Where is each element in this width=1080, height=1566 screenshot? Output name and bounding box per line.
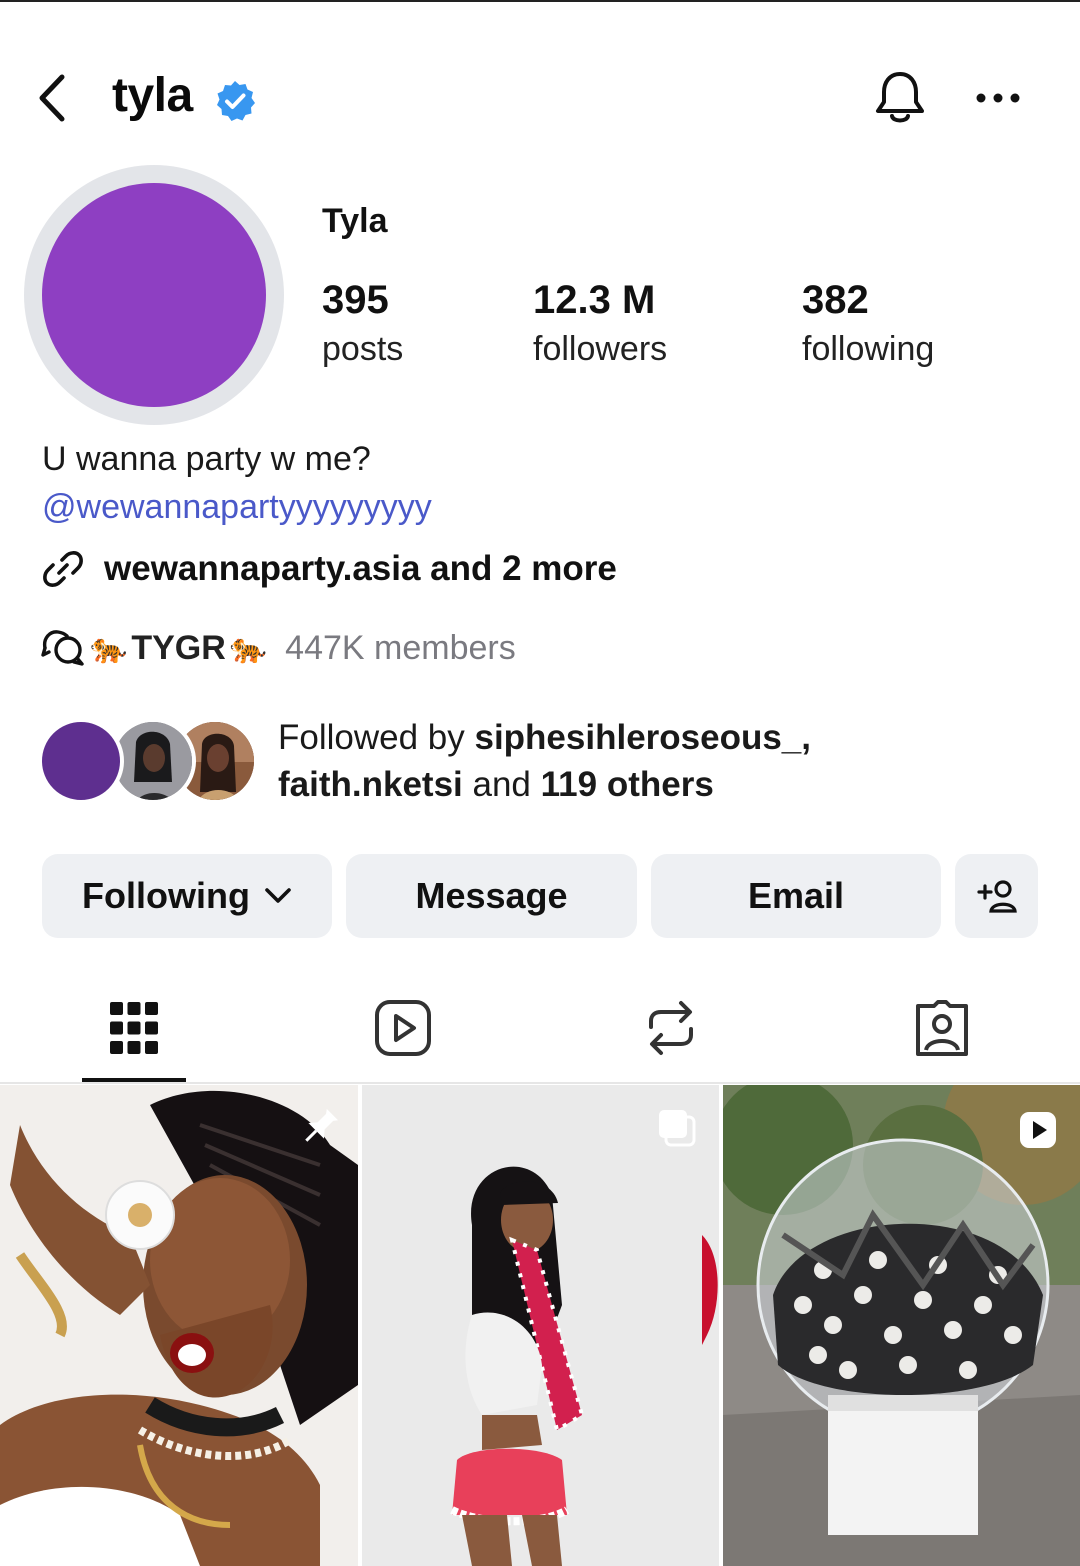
following-stat[interactable]: 382 following: [802, 278, 934, 376]
email-button-label: Email: [747, 875, 845, 916]
broadcast-channel[interactable]: 🐅 TYGR 🐅 447K members: [40, 624, 516, 672]
mutual-user-1[interactable]: siphesihleroseous_,: [474, 718, 811, 757]
posts-count: 395: [322, 278, 389, 322]
following-count: 382: [802, 278, 869, 322]
back-button[interactable]: [30, 70, 74, 126]
carousel-icon: [659, 1110, 696, 1147]
mutual-user-2[interactable]: faith.nketsi: [278, 765, 463, 804]
following-button[interactable]: Following: [42, 854, 332, 938]
verified-badge-icon: [217, 81, 255, 121]
reposts-icon: [649, 1001, 693, 1055]
followers-stat[interactable]: 12.3 M followers: [533, 278, 667, 376]
more-options-button[interactable]: [966, 74, 1030, 122]
mutual-avatar-photo: [114, 722, 192, 800]
followed-by-and: and: [462, 765, 541, 804]
pin-icon: [305, 1108, 339, 1142]
followed-by-prefix: Followed by: [278, 718, 475, 757]
followed-by-text[interactable]: Followed by siphesihleroseous_, faith.nke…: [278, 714, 1038, 808]
more-horizontal-icon: [976, 93, 1020, 103]
chat-bubbles-icon: [41, 630, 84, 666]
suggested-users-button[interactable]: [955, 854, 1038, 938]
tab-posts-grid[interactable]: [74, 990, 194, 1066]
post-image: [723, 1085, 1080, 1566]
message-button[interactable]: Message: [346, 854, 637, 938]
profile-header: tyla: [0, 56, 1080, 140]
mutual-others-count[interactable]: 119 others: [541, 765, 714, 804]
notifications-button[interactable]: [868, 66, 932, 130]
bell-icon: [876, 72, 924, 123]
following-button-label: Following: [82, 875, 250, 916]
tab-reposts[interactable]: [611, 990, 731, 1066]
reels-icon: [375, 1000, 431, 1056]
tiger-emoji-right: 🐅: [229, 631, 268, 665]
followers-count: 12.3 M: [533, 278, 656, 322]
link-text: wewannaparty.asia and 2 more: [104, 549, 617, 588]
post-tile-2[interactable]: [362, 1085, 719, 1566]
post-image: [0, 1085, 358, 1566]
tabs-divider: [0, 1082, 1080, 1084]
grid-icon: [110, 1002, 158, 1054]
display-name: Tyla: [322, 202, 388, 240]
bio-links[interactable]: wewannaparty.asia and 2 more: [40, 546, 617, 592]
link-icon: [43, 551, 83, 587]
tagged-icon: [916, 1000, 968, 1056]
following-label: following: [802, 330, 935, 368]
profile-username: tyla: [112, 69, 193, 122]
post-tile-1[interactable]: [0, 1085, 358, 1566]
bio-text: U wanna party w me?: [42, 440, 371, 478]
chevron-down-icon: [265, 888, 291, 903]
message-button-label: Message: [415, 875, 568, 916]
channel-name: TYGR: [131, 628, 226, 667]
video-icon: [1020, 1112, 1056, 1148]
chevron-left-icon: [39, 74, 65, 122]
tiger-emoji-left: 🐅: [90, 631, 128, 665]
profile-avatar[interactable]: [42, 183, 266, 407]
tab-tagged[interactable]: [882, 990, 1002, 1066]
tab-reels[interactable]: [343, 990, 463, 1066]
mutual-follower-avatar[interactable]: [38, 718, 124, 804]
bio-mention-link[interactable]: @wewannapartyyyyyyyyy: [42, 488, 432, 527]
followers-label: followers: [533, 330, 668, 368]
status-bar-divider: [0, 0, 1080, 2]
post-image: [362, 1085, 719, 1566]
posts-label: posts: [322, 330, 404, 368]
channel-members: 447K members: [285, 628, 516, 667]
add-person-icon: [976, 880, 1017, 913]
email-button[interactable]: Email: [651, 854, 941, 938]
post-tile-3[interactable]: [723, 1085, 1080, 1566]
posts-stat[interactable]: 395 posts: [322, 278, 403, 376]
